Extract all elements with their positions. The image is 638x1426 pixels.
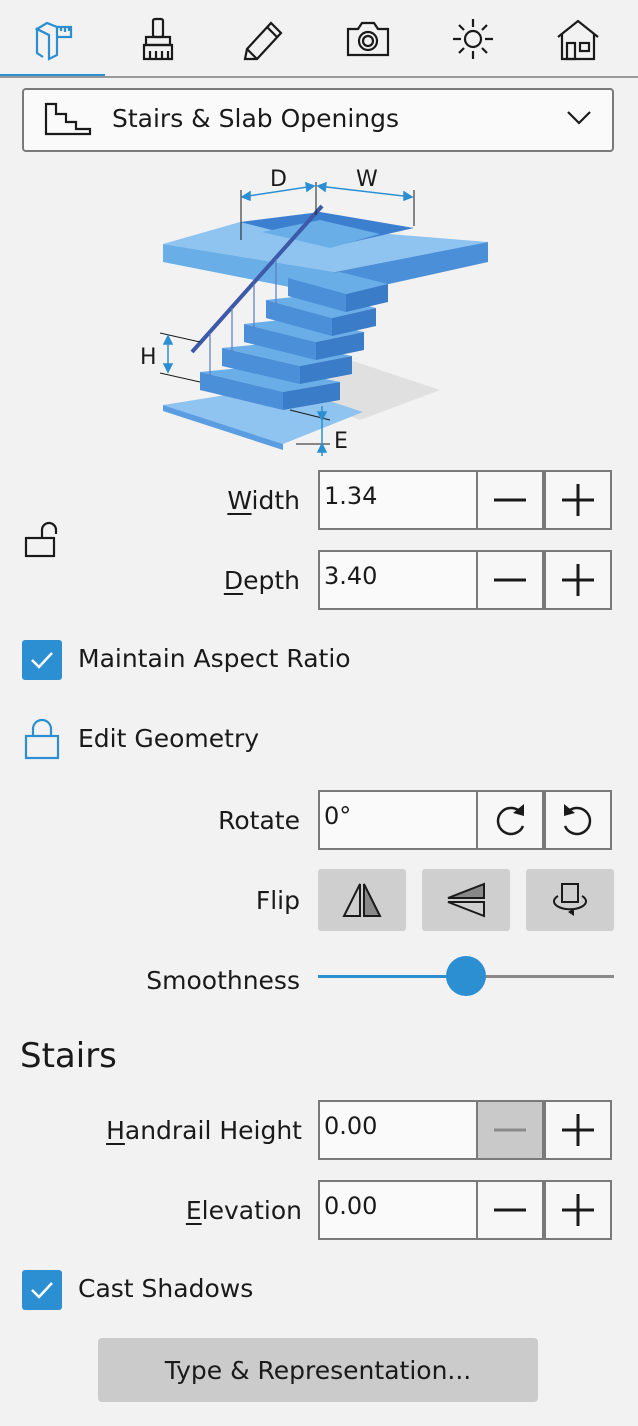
handrail-height-input[interactable]: 0.00 — [318, 1100, 478, 1160]
tab-edit[interactable] — [210, 0, 315, 78]
minus-icon — [494, 498, 526, 502]
tab-lighting[interactable] — [420, 0, 525, 78]
flip-horizontal-button[interactable] — [318, 869, 406, 931]
maintain-aspect-ratio-checkbox[interactable] — [22, 640, 62, 680]
flip-3d-icon — [553, 883, 587, 916]
rotate-input[interactable]: 0° — [318, 790, 478, 850]
unlocked-icon[interactable] — [24, 520, 64, 560]
flip-label: Flip — [255, 886, 300, 915]
rotate-counterclockwise-button[interactable] — [544, 790, 612, 850]
depth-input[interactable]: 3.40 — [318, 550, 478, 610]
type-representation-label: Type & Representation... — [164, 1355, 472, 1385]
flip-vertical-icon — [447, 882, 485, 918]
chevron-down-icon — [567, 111, 591, 125]
paint-brush-icon — [142, 17, 173, 61]
type-representation-button[interactable]: Type & Representation... — [98, 1338, 538, 1402]
dimension-label-w: W — [356, 167, 378, 192]
checkmark-icon — [31, 652, 53, 669]
house-icon — [556, 19, 599, 61]
tab-bar-divider — [0, 76, 638, 78]
rotate-clockwise-icon — [496, 804, 525, 836]
checkmark-icon — [31, 1282, 53, 1299]
dimension-label-d: D — [270, 167, 287, 192]
tab-bar — [0, 0, 638, 78]
cast-shadows-label: Cast Shadows — [78, 1274, 254, 1303]
width-decrement-button[interactable] — [476, 470, 544, 530]
smoothness-slider-thumb[interactable] — [446, 956, 486, 996]
plus-icon — [562, 564, 594, 596]
rotate-counterclockwise-icon — [563, 804, 592, 836]
minus-icon — [494, 578, 526, 582]
plus-icon — [562, 1114, 594, 1146]
stairs-illustration: D W H E — [140, 167, 488, 456]
tab-building[interactable] — [525, 0, 630, 78]
handrail-height-decrement-button[interactable] — [476, 1100, 544, 1160]
tab-camera[interactable] — [315, 0, 420, 78]
width-input[interactable]: 1.34 — [318, 470, 478, 530]
dimension-label-h: H — [140, 345, 157, 370]
flip-horizontal-icon — [342, 883, 382, 917]
measure-icon — [34, 21, 72, 61]
plus-icon — [562, 1194, 594, 1226]
camera-icon — [346, 21, 389, 57]
flip-vertical-button[interactable] — [422, 869, 510, 931]
lock-icon[interactable] — [24, 718, 60, 760]
depth-decrement-button[interactable] — [476, 550, 544, 610]
minus-icon — [494, 1208, 526, 1212]
tab-materials[interactable] — [105, 0, 210, 78]
width-increment-button[interactable] — [544, 470, 612, 530]
rotate-label: Rotate — [218, 806, 300, 835]
object-type-label: Stairs & Slab Openings — [112, 104, 400, 133]
handrail-height-label: Handrail Height — [106, 1116, 302, 1145]
minus-icon — [494, 1128, 526, 1132]
depth-increment-button[interactable] — [544, 550, 612, 610]
elevation-increment-button[interactable] — [544, 1180, 612, 1240]
depth-label: Depth — [223, 566, 300, 595]
rotate-clockwise-button[interactable] — [476, 790, 544, 850]
tab-dimensions[interactable] — [0, 0, 105, 78]
smoothness-slider-track[interactable] — [466, 975, 614, 978]
elevation-input[interactable]: 0.00 — [318, 1180, 478, 1240]
smoothness-label: Smoothness — [146, 966, 300, 995]
pencil-icon — [243, 21, 283, 61]
smoothness-slider-fill — [318, 975, 466, 978]
handrail-height-increment-button[interactable] — [544, 1100, 612, 1160]
stairs-icon — [44, 102, 92, 136]
object-type-dropdown[interactable]: Stairs & Slab Openings — [22, 88, 614, 152]
elevation-label: Elevation — [185, 1196, 302, 1225]
stairs-section-title: Stairs — [20, 1036, 117, 1076]
edit-geometry-label[interactable]: Edit Geometry — [78, 724, 259, 753]
sun-icon — [452, 19, 493, 59]
width-label: Width — [227, 486, 300, 515]
elevation-decrement-button[interactable] — [476, 1180, 544, 1240]
plus-icon — [562, 484, 594, 516]
cast-shadows-checkbox[interactable] — [22, 1270, 62, 1310]
flip-3d-button[interactable] — [526, 869, 614, 931]
maintain-aspect-ratio-label: Maintain Aspect Ratio — [78, 644, 351, 673]
dimension-label-e: E — [334, 429, 348, 454]
